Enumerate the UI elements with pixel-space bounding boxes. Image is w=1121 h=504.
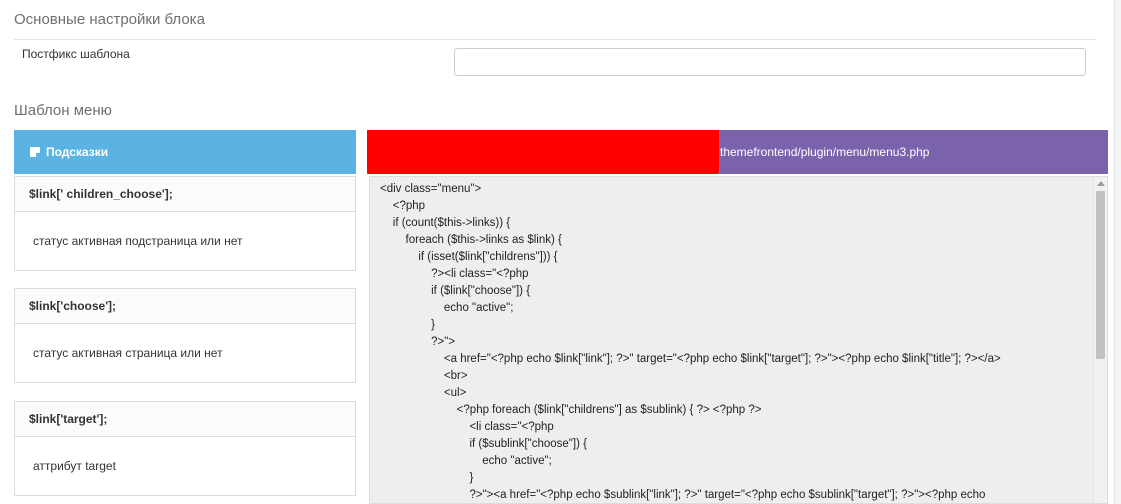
template-postfix-input[interactable] <box>454 48 1086 76</box>
note-icon <box>30 147 40 157</box>
hint-card: $link[' children_choose']; статус активн… <box>14 176 356 271</box>
main-settings-title: Основные настройки блока <box>14 11 205 28</box>
block-settings-page: Основные настройки блока Постфикс шаблон… <box>0 0 1121 504</box>
hint-description: аттрибут target <box>33 459 116 473</box>
section-divider <box>14 39 1096 40</box>
hint-description: статус активная подстраница или нет <box>33 234 243 248</box>
hint-card: $link['choose']; статус активная страниц… <box>14 288 356 383</box>
hint-key: $link['target']; <box>15 402 355 437</box>
template-file-header: themefrontend/plugin/menu/menu3.php <box>367 130 1108 174</box>
code-content[interactable]: <div class="menu"> <?php if (count($this… <box>380 181 1001 503</box>
template-file-path: themefrontend/plugin/menu/menu3.php <box>720 145 930 159</box>
hints-header-label: Подсказки <box>46 145 109 159</box>
redacted-region <box>367 130 719 174</box>
template-postfix-label: Постфикс шаблона <box>22 47 130 61</box>
scroll-up-arrow-icon[interactable] <box>1097 181 1105 186</box>
hint-description: статус активная страница или нет <box>33 346 223 360</box>
hint-card: $link['target']; аттрибут target <box>14 401 356 496</box>
code-scrollbar[interactable] <box>1093 177 1107 503</box>
menu-template-title: Шаблон меню <box>14 102 112 119</box>
hint-key: $link[' children_choose']; <box>15 177 355 212</box>
page-scrollbar[interactable] <box>1114 0 1121 504</box>
scroll-thumb[interactable] <box>1096 191 1105 359</box>
hint-key: $link['choose']; <box>15 289 355 324</box>
hints-header: Подсказки <box>14 130 356 174</box>
code-editor[interactable]: <div class="menu"> <?php if (count($this… <box>369 176 1108 504</box>
